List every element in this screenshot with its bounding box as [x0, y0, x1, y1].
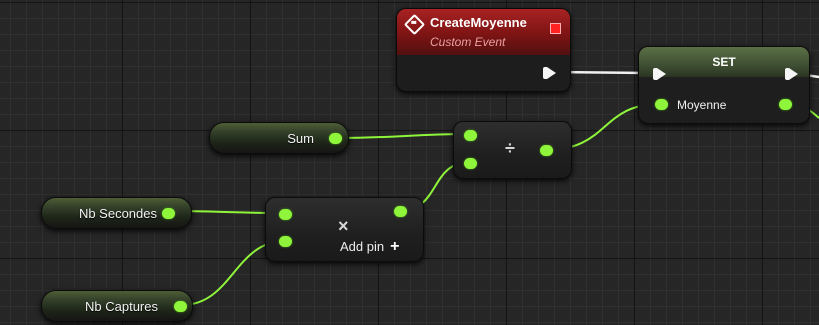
multiply-output-pin[interactable] [394, 206, 407, 217]
blueprint-graph-canvas[interactable]: CreateMoyenne Custom Event SET Moyenne S… [0, 0, 819, 325]
moyenne-input-label: Moyenne [677, 98, 727, 112]
set-variable-node[interactable]: SET Moyenne [638, 46, 810, 124]
set-node-title: SET [712, 55, 736, 69]
event-node-subtitle: Custom Event [430, 35, 506, 49]
multiply-input-a-pin[interactable] [279, 209, 292, 220]
sum-variable-label: Sum [287, 131, 314, 146]
delegate-pin-icon[interactable] [550, 23, 561, 34]
nb-captures-variable-node[interactable]: Nb Captures [41, 290, 193, 322]
custom-event-node[interactable]: CreateMoyenne Custom Event [396, 8, 571, 92]
divide-input-b-pin[interactable] [464, 158, 477, 169]
nb-secondes-label: Nb Secondes [78, 206, 157, 221]
divide-output-pin[interactable] [540, 145, 553, 156]
nb-secondes-variable-node[interactable]: Nb Secondes [41, 197, 192, 229]
divide-operator-icon: ÷ [505, 138, 515, 158]
nb-captures-label: Nb Captures [85, 299, 158, 314]
nb-captures-output-pin[interactable] [174, 301, 187, 312]
event-node-title: CreateMoyenne [430, 15, 527, 30]
exec-out-pin-icon[interactable] [785, 68, 798, 80]
multiply-input-b-pin[interactable] [279, 236, 292, 247]
divide-input-a-pin[interactable] [464, 130, 477, 141]
divide-node[interactable]: ÷ [453, 121, 572, 179]
sum-variable-node[interactable]: Sum [209, 122, 349, 154]
multiply-node[interactable]: × Add pin + [265, 197, 424, 262]
add-pin-button[interactable]: Add pin + [340, 238, 399, 256]
wire-sum-to-divide [334, 133, 471, 139]
moyenne-input-pin[interactable] [655, 99, 668, 110]
plus-icon: + [390, 238, 400, 255]
exec-out-pin-icon[interactable] [543, 67, 556, 79]
multiply-operator-icon: × [338, 216, 349, 236]
exec-in-pin-icon[interactable] [653, 68, 666, 80]
sum-output-pin[interactable] [329, 133, 342, 144]
add-pin-label: Add pin [340, 239, 385, 254]
moyenne-output-pin[interactable] [779, 99, 792, 110]
nb-secondes-output-pin[interactable] [162, 208, 175, 219]
